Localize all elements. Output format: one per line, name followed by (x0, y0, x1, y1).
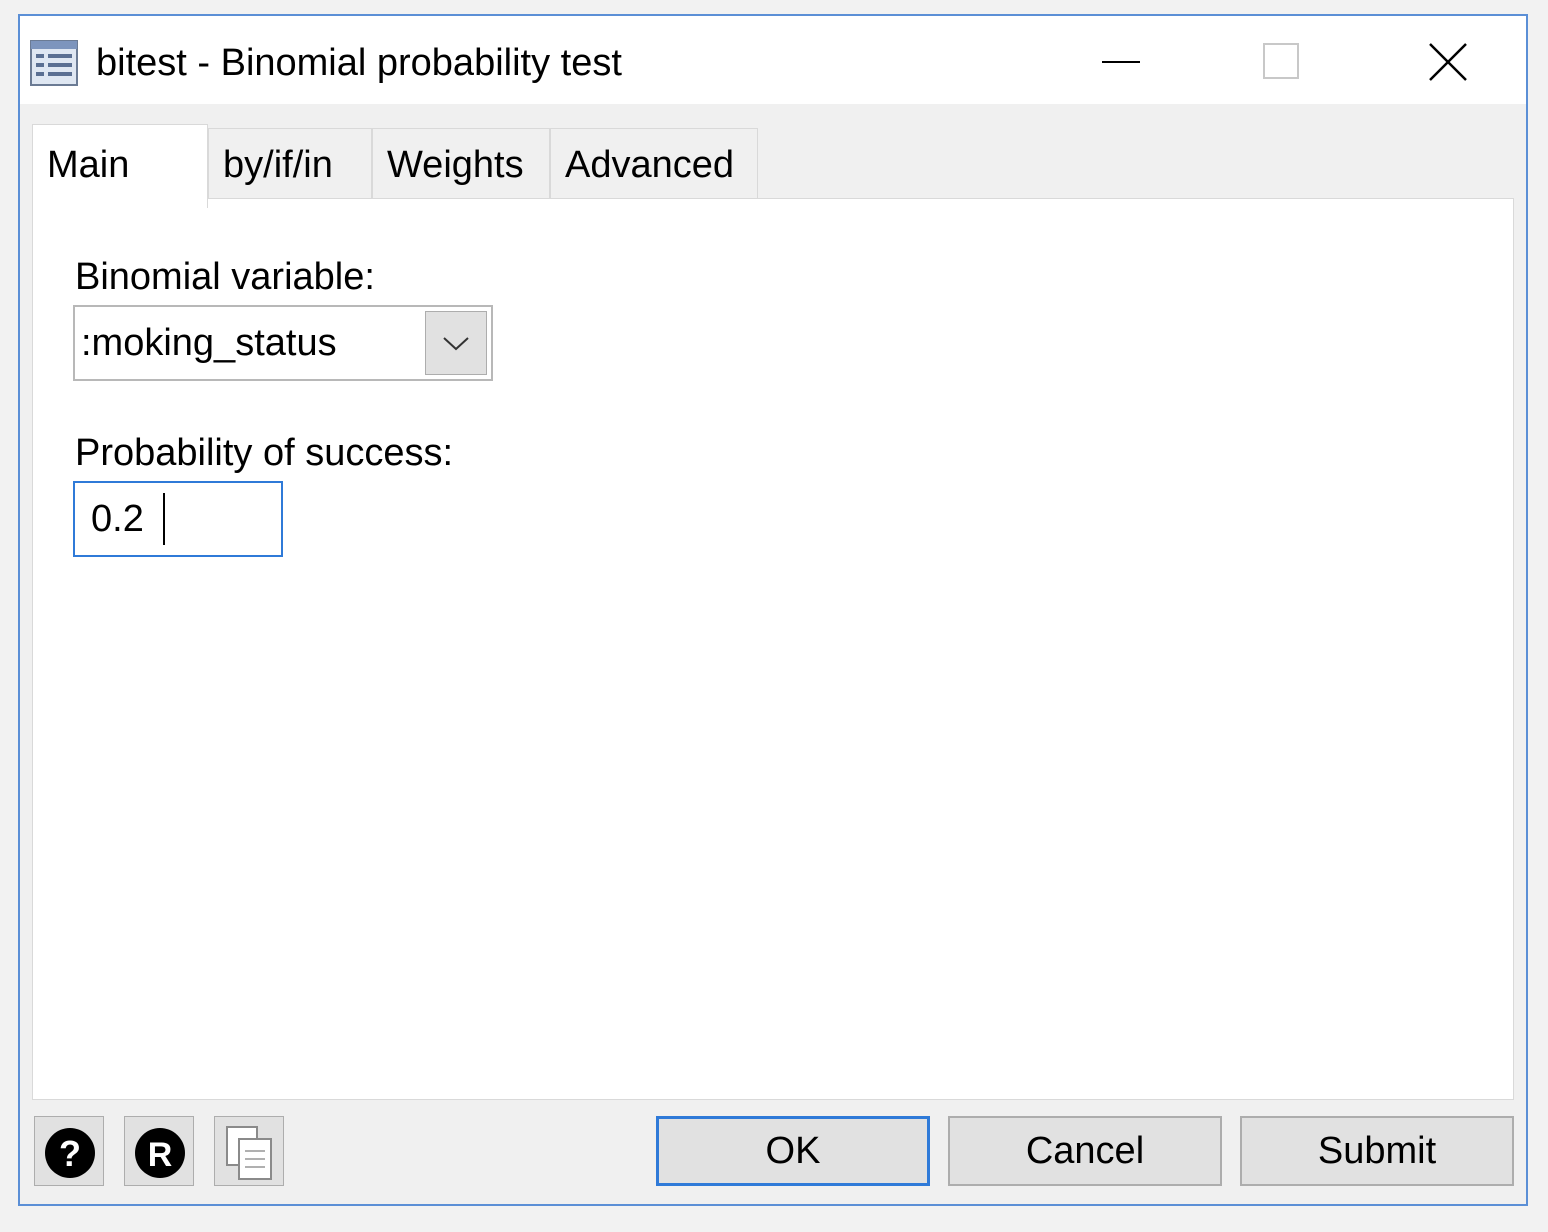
maximize-button[interactable] (1246, 32, 1316, 92)
dialog-window: bitest - Binomial probability test Main … (18, 14, 1528, 1206)
tab-weights[interactable]: Weights (372, 128, 550, 198)
text-caret (163, 493, 165, 545)
help-button[interactable]: ? (34, 1116, 104, 1186)
binomial-variable-label: Binomial variable: (75, 256, 375, 298)
help-icon: ? (35, 1128, 103, 1189)
tab-main[interactable]: Main (32, 124, 208, 208)
dialog-list-icon (30, 40, 78, 86)
svg-text:?: ? (59, 1133, 81, 1174)
submit-button[interactable]: Submit (1240, 1116, 1514, 1186)
svg-text:R: R (148, 1136, 173, 1174)
close-button[interactable] (1412, 32, 1482, 92)
tab-advanced-label: Advanced (565, 144, 735, 186)
tab-by-if-in-label: by/if/in (223, 144, 333, 186)
tab-advanced[interactable]: Advanced (550, 128, 758, 198)
chevron-down-icon (426, 337, 486, 378)
title-bar: bitest - Binomial probability test (20, 16, 1526, 104)
tab-main-label: Main (47, 144, 130, 186)
ok-button[interactable]: OK (656, 1116, 930, 1186)
probability-label: Probability of success: (75, 432, 454, 474)
probability-input[interactable] (73, 481, 283, 557)
reset-icon: R (125, 1128, 193, 1189)
main-panel: Binomial variable: :moking_status Probab… (32, 198, 1514, 1100)
cancel-button[interactable]: Cancel (948, 1116, 1222, 1186)
tab-weights-label: Weights (387, 144, 524, 186)
binomial-variable-combobox[interactable]: :moking_status (73, 305, 493, 381)
copy-command-button[interactable] (214, 1116, 284, 1186)
combobox-dropdown-button[interactable] (425, 311, 487, 375)
copy-command-icon (215, 1126, 283, 1189)
window-title: bitest - Binomial probability test (96, 42, 622, 84)
binomial-variable-value: :moking_status (81, 322, 337, 364)
reset-button[interactable]: R (124, 1116, 194, 1186)
minimize-button[interactable] (1086, 32, 1156, 92)
tab-by-if-in[interactable]: by/if/in (208, 128, 372, 198)
